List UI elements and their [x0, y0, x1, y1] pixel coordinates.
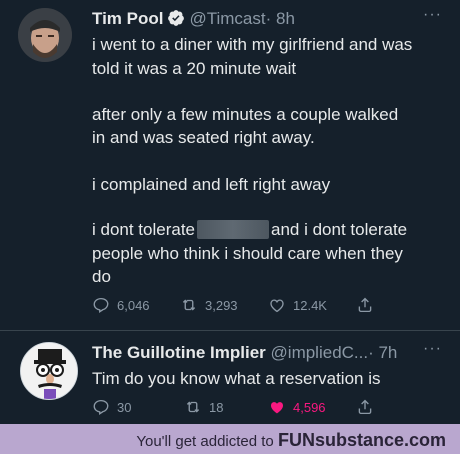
tweet-line: do [92, 267, 111, 286]
like-button[interactable]: 12.4K [268, 296, 327, 314]
tweet-line: people who think i should care when they [92, 244, 403, 263]
verified-badge-icon [167, 9, 185, 27]
retweet-button[interactable]: 18 [184, 398, 223, 416]
share-button[interactable] [356, 296, 381, 314]
watermark-banner: You'll get addicted to FUNsubstance.com [0, 424, 460, 454]
retweet-icon [186, 401, 200, 413]
retweet-icon [182, 299, 196, 311]
watermark-brand: FUNsubstance.com [277, 430, 446, 450]
share-icon [358, 399, 372, 415]
reply-button[interactable]: 30 [92, 398, 131, 416]
reply-count: 6,046 [117, 297, 150, 313]
heart-filled-icon [271, 402, 283, 414]
tweet-line-redacted: i dont tolerate and i dont tolerate [92, 219, 407, 241]
like-count: 4,596 [293, 399, 326, 415]
timestamp[interactable]: · 7h [368, 343, 397, 362]
watermark-prefix: You'll get addicted to [136, 433, 278, 450]
tweet-line: i went to a diner with my girlfriend and… [92, 35, 413, 54]
retweet-count: 18 [209, 399, 224, 415]
heart-icon [270, 299, 284, 313]
like-button[interactable]: 4,596 [268, 398, 326, 416]
redacted-text-block [197, 220, 270, 239]
reply-icon [93, 297, 109, 313]
tweet-text: Tim do you know what a reservation is [92, 369, 381, 388]
share-button[interactable] [356, 398, 381, 416]
handle[interactable]: @Timcast [189, 9, 265, 28]
tweet-tim-pool[interactable]: Tim Pool @Timcast· 8h ··· i went to a din… [0, 0, 460, 330]
display-name[interactable]: The Guillotine Implier [92, 343, 266, 362]
avatar[interactable] [18, 8, 72, 62]
more-options-icon[interactable]: ··· [423, 340, 442, 358]
timestamp[interactable]: · 8h [266, 9, 295, 28]
tweet-line: after only a few minutes a couple walked [92, 105, 399, 124]
tweet-line-start: i dont tolerate [92, 220, 196, 239]
tweet-line-end: and i dont tolerate [271, 220, 408, 239]
tweet-line: told it was a 20 minute wait [92, 59, 297, 78]
retweet-count: 3,293 [205, 297, 238, 313]
tweet-header: The Guillotine Implier @impliedC...· 7h [92, 342, 397, 364]
reply-icon [93, 399, 109, 415]
more-options-icon[interactable]: ··· [423, 6, 442, 24]
display-name[interactable]: Tim Pool [92, 9, 163, 28]
like-count: 12.4K [293, 297, 327, 313]
tweet-guillotine-implier[interactable]: The Guillotine Implier @impliedC...· 7h … [0, 330, 460, 424]
tweet-line: i complained and left right away [92, 175, 331, 194]
tweet-line: in and was seated right away. [92, 128, 315, 147]
avatar[interactable] [20, 342, 78, 400]
watermark-text: You'll get addicted to FUNsubstance.com [136, 430, 446, 451]
reply-count: 30 [117, 399, 132, 415]
handle[interactable]: @impliedC... [271, 343, 369, 362]
reply-button[interactable]: 6,046 [92, 296, 150, 314]
retweet-button[interactable]: 3,293 [180, 296, 238, 314]
tweet-actions: 6,046 3,293 12.4K [92, 296, 432, 316]
tweet-actions: 30 18 4,596 [92, 398, 432, 418]
tweet-header: Tim Pool @Timcast· 8h [92, 8, 295, 30]
share-icon [358, 297, 372, 313]
